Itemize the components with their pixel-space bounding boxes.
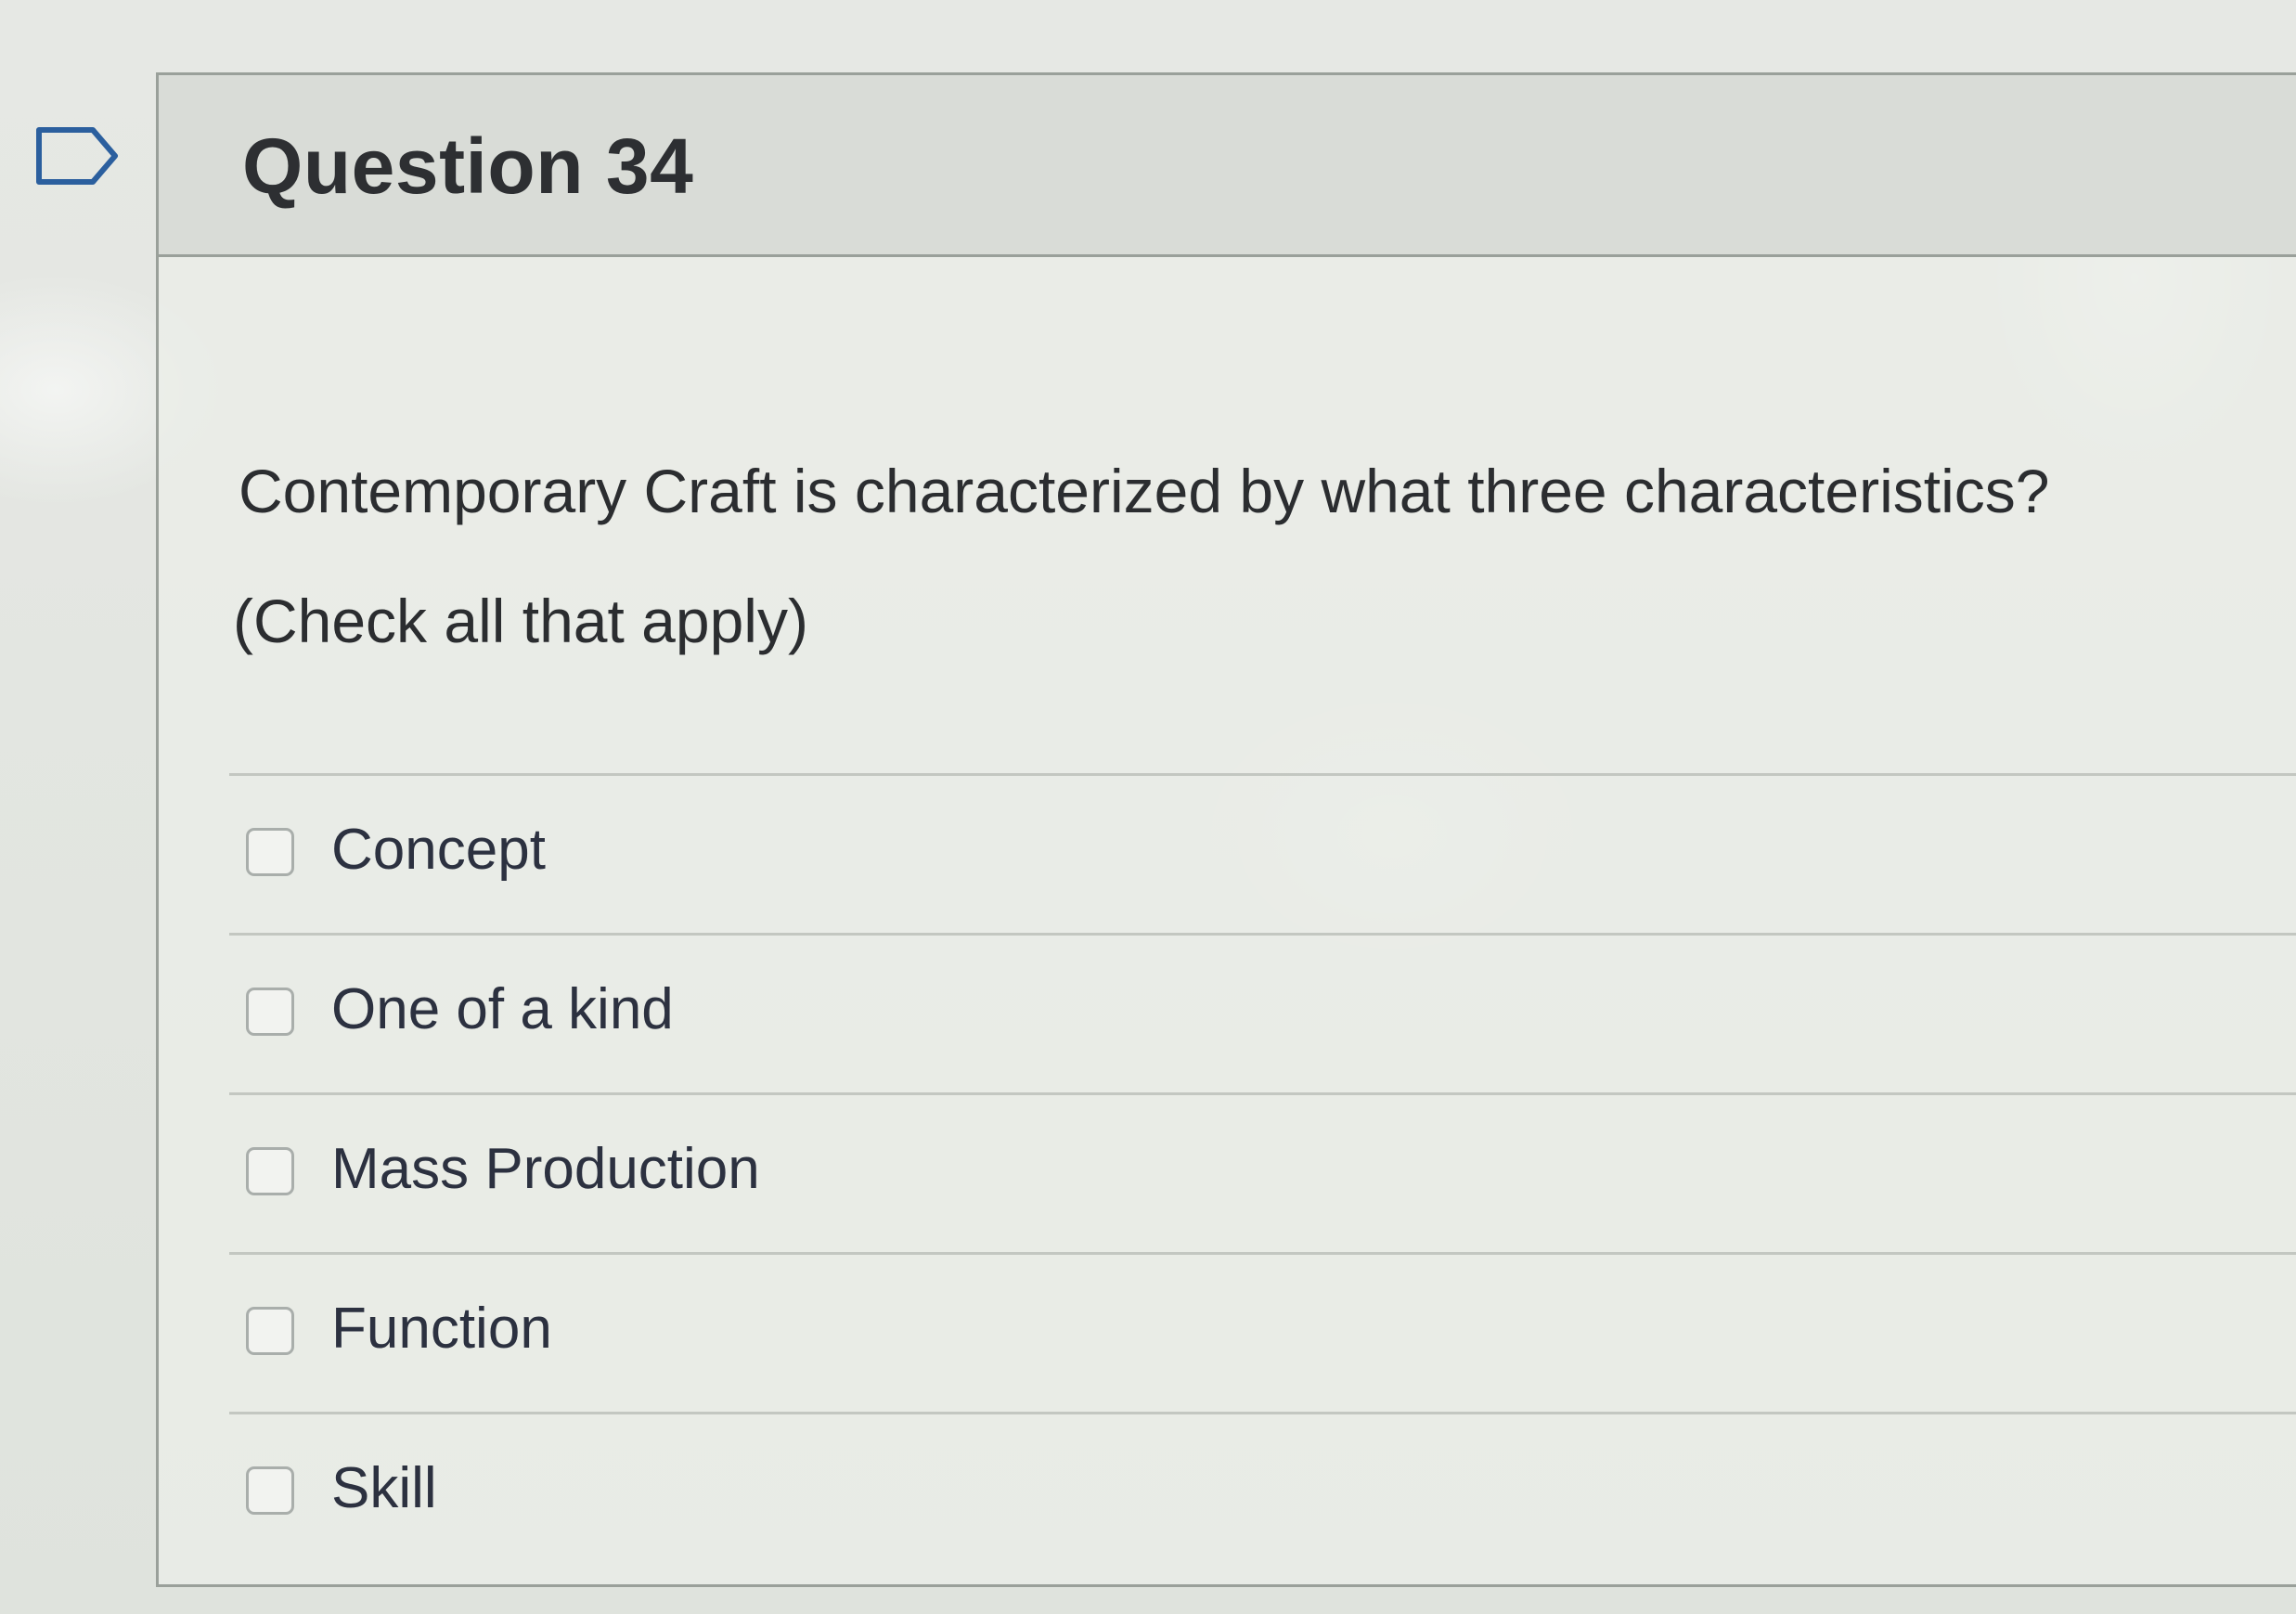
answer-checkbox[interactable] bbox=[246, 988, 294, 1036]
answer-option-skill[interactable]: Skill bbox=[229, 1412, 2296, 1571]
answer-checkbox[interactable] bbox=[246, 828, 294, 876]
answer-label[interactable]: Skill bbox=[331, 1455, 437, 1521]
answer-options-list: Concept One of a kind Mass Production Fu… bbox=[229, 773, 2296, 1571]
answer-checkbox[interactable] bbox=[246, 1147, 294, 1195]
question-title: Question 34 bbox=[242, 123, 694, 210]
answer-label[interactable]: Concept bbox=[331, 817, 546, 883]
answer-label[interactable]: Mass Production bbox=[331, 1136, 760, 1202]
answer-option-one-of-a-kind[interactable]: One of a kind bbox=[229, 933, 2296, 1092]
answer-option-mass-production[interactable]: Mass Production bbox=[229, 1092, 2296, 1252]
question-card: Question 34 Contemporary Craft is charac… bbox=[156, 72, 2296, 1587]
answer-checkbox[interactable] bbox=[246, 1307, 294, 1355]
answer-checkbox[interactable] bbox=[246, 1466, 294, 1515]
answer-option-concept[interactable]: Concept bbox=[229, 773, 2296, 933]
question-header: Question 34 bbox=[159, 75, 2296, 257]
answer-label[interactable]: Function bbox=[331, 1296, 552, 1362]
question-text: Contemporary Craft is characterized by w… bbox=[239, 457, 2050, 525]
question-body: Contemporary Craft is characterized by w… bbox=[159, 257, 2296, 1584]
flag-question-icon[interactable] bbox=[35, 124, 121, 187]
question-instructions: (Check all that apply) bbox=[233, 587, 808, 655]
answer-label[interactable]: One of a kind bbox=[331, 976, 674, 1042]
answer-option-function[interactable]: Function bbox=[229, 1252, 2296, 1412]
quiz-screen: Question 34 Contemporary Craft is charac… bbox=[0, 0, 2296, 1614]
